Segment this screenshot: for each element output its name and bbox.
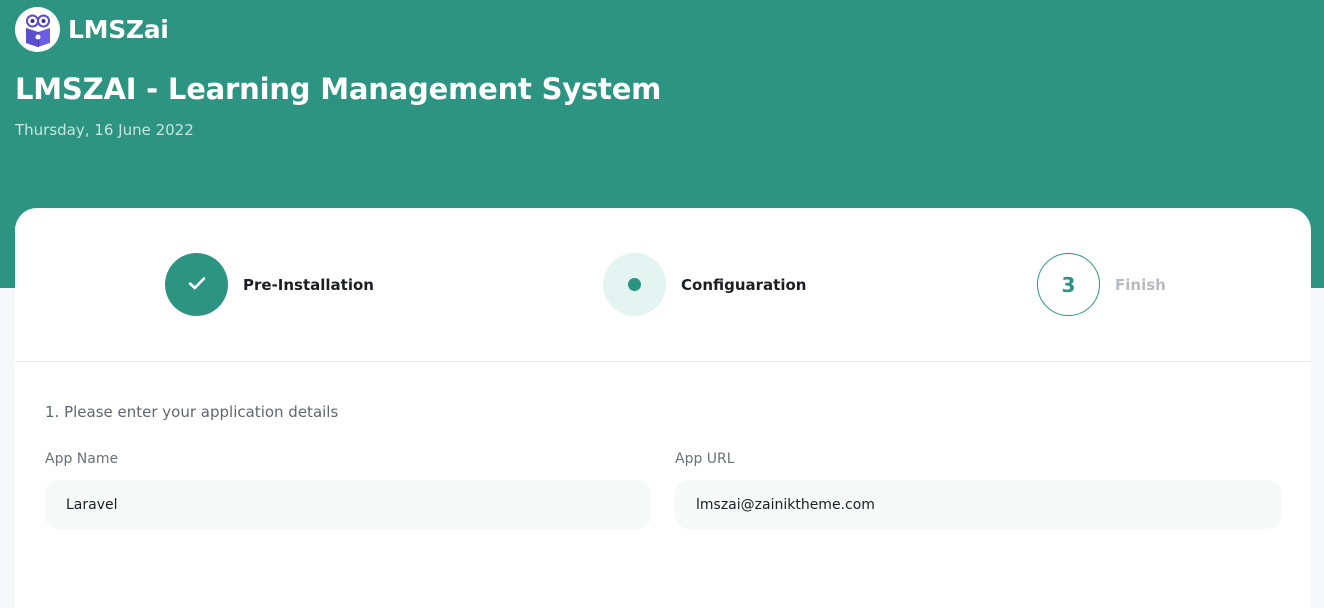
- check-icon: [188, 275, 206, 294]
- section-heading: 1. Please enter your application details: [45, 403, 339, 421]
- app-name-field: App Name: [45, 451, 651, 529]
- app-url-field: App URL: [675, 451, 1281, 529]
- app-url-input[interactable]: [675, 480, 1281, 529]
- installer-card: Pre-Installation Configuaration 3 Finish…: [15, 208, 1311, 608]
- brand-name: LMSZai: [68, 15, 169, 44]
- step-finish[interactable]: 3 Finish: [1037, 253, 1166, 316]
- step-configuration[interactable]: Configuaration: [603, 253, 806, 316]
- book-mascot-icon: [15, 7, 60, 52]
- step-completed-badge: [165, 253, 228, 316]
- step-number: 3: [1061, 272, 1076, 297]
- app-url-label: App URL: [675, 451, 735, 467]
- step-label: Pre-Installation: [243, 275, 374, 294]
- step-pre-installation[interactable]: Pre-Installation: [165, 253, 374, 316]
- app-name-input[interactable]: [45, 480, 651, 529]
- step-label: Configuaration: [681, 275, 807, 294]
- current-date: Thursday, 16 June 2022: [15, 121, 194, 139]
- dot-icon: [628, 278, 641, 291]
- installation-stepper: Pre-Installation Configuaration 3 Finish: [15, 208, 1311, 362]
- brand-logo[interactable]: LMSZai: [15, 7, 169, 52]
- step-active-badge: [603, 253, 666, 316]
- app-name-label: App Name: [45, 451, 119, 467]
- page-title: LMSZAI - Learning Management System: [15, 72, 662, 106]
- step-number-badge: 3: [1037, 253, 1100, 316]
- step-label: Finish: [1115, 275, 1166, 294]
